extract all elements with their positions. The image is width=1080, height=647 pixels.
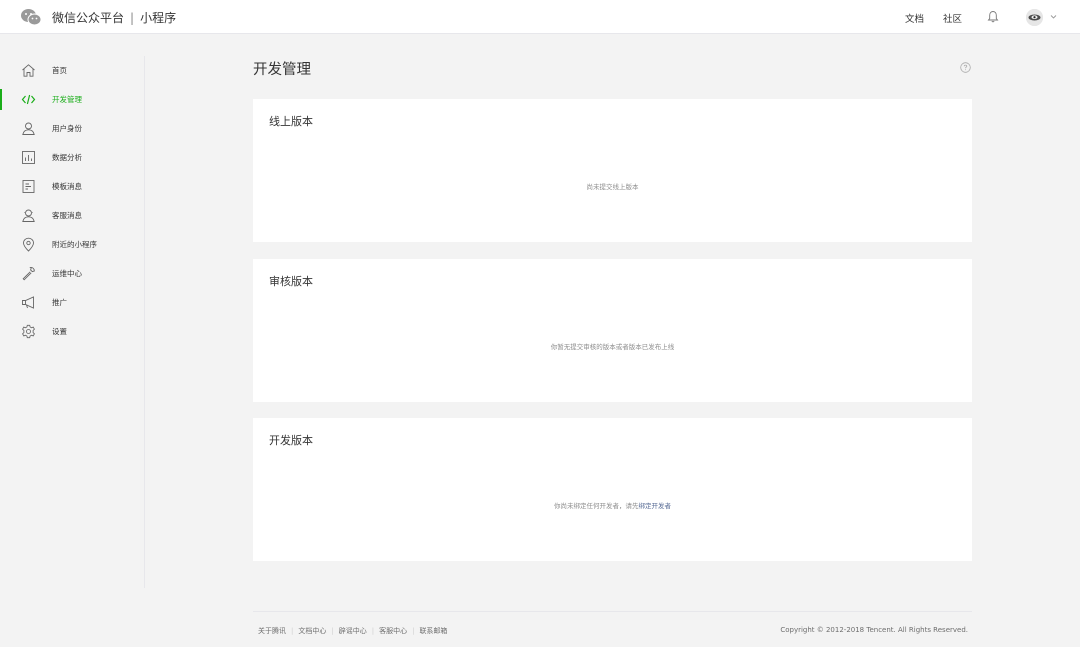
- location-pin-icon: [23, 237, 34, 252]
- sidebar-item-data-analysis[interactable]: 数据分析: [0, 143, 144, 172]
- sidebar-item-nearby-miniprogram[interactable]: 附近的小程序: [0, 230, 144, 259]
- sidebar-item-promotion[interactable]: 推广: [0, 288, 144, 317]
- empty-text: 你尚未绑定任何开发者，请先: [554, 502, 639, 510]
- brand-separator: |: [130, 11, 135, 25]
- footer-link-rumor[interactable]: 辟谣中心: [339, 627, 367, 635]
- empty-text: 尚未提交线上版本: [586, 183, 639, 191]
- sidebar-item-label: 开发管理: [52, 95, 82, 104]
- sidebar-item-label: 模板消息: [52, 182, 82, 191]
- docs-link[interactable]: 文档: [905, 11, 924, 25]
- footer-separator: |: [291, 627, 294, 635]
- brand-sub: 小程序: [140, 11, 177, 25]
- page-title: 开发管理: [253, 62, 311, 78]
- copyright-text: Copyright © 2012-2018 Tencent. All Right…: [780, 626, 968, 634]
- avatar[interactable]: [1026, 9, 1043, 26]
- bind-developer-link[interactable]: 绑定开发者: [639, 502, 672, 510]
- sidebar-item-settings[interactable]: 设置: [0, 317, 144, 346]
- chevron-down-icon[interactable]: [1049, 12, 1058, 21]
- empty-state-text: 你尚未绑定任何开发者，请先绑定开发者: [253, 500, 972, 510]
- top-bar: 微信公众平台 | 小程序 文档 社区: [0, 0, 1080, 34]
- sidebar: 首页 开发管理 用户身份 数据分析 模板消息 客服消息 附近的小程序 运维中心 …: [0, 56, 145, 588]
- footer-separator: |: [371, 627, 375, 635]
- customer-service-icon: [22, 209, 35, 222]
- card-title: 开发版本: [269, 434, 313, 447]
- sidebar-item-home[interactable]: 首页: [0, 56, 144, 85]
- sidebar-item-customer-service[interactable]: 客服消息: [0, 201, 144, 230]
- avatar-image: [1026, 9, 1043, 26]
- question-circle-icon[interactable]: [960, 62, 971, 73]
- bell-icon[interactable]: [987, 10, 999, 23]
- empty-text: 你暂无提交审核的版本或者版本已发布上线: [550, 343, 675, 351]
- document-icon: [22, 180, 35, 193]
- home-icon: [22, 64, 35, 77]
- user-icon: [22, 122, 35, 135]
- footer-link-email[interactable]: 联系邮箱: [419, 627, 447, 635]
- sidebar-item-label: 首页: [52, 66, 67, 75]
- card-title: 线上版本: [269, 115, 313, 128]
- sidebar-item-label: 附近的小程序: [52, 240, 97, 249]
- sidebar-item-label: 用户身份: [52, 124, 82, 133]
- sidebar-item-label: 数据分析: [52, 153, 82, 162]
- sidebar-item-user-identity[interactable]: 用户身份: [0, 114, 144, 143]
- footer-separator: |: [412, 627, 415, 635]
- empty-state-text: 尚未提交线上版本: [253, 181, 972, 191]
- bar-chart-icon: [22, 151, 35, 164]
- sidebar-item-label: 设置: [52, 327, 67, 336]
- footer-link-about[interactable]: 关于腾讯: [258, 627, 286, 635]
- footer-divider: [253, 611, 972, 612]
- online-version-card: 线上版本 尚未提交线上版本: [253, 99, 972, 242]
- code-icon: [21, 94, 36, 105]
- sidebar-item-label: 运维中心: [52, 269, 82, 278]
- sidebar-item-label: 客服消息: [52, 211, 82, 220]
- footer-link-docs[interactable]: 文档中心: [298, 627, 326, 635]
- gear-icon: [22, 324, 35, 339]
- sidebar-item-dev-management[interactable]: 开发管理: [0, 85, 144, 114]
- review-version-card: 审核版本 你暂无提交审核的版本或者版本已发布上线: [253, 259, 972, 402]
- wechat-logo-icon[interactable]: [20, 8, 42, 26]
- dev-version-card: 开发版本 你尚未绑定任何开发者，请先绑定开发者: [253, 418, 972, 561]
- card-title: 审核版本: [269, 275, 313, 288]
- footer-separator: |: [331, 627, 334, 635]
- wrench-icon: [22, 267, 35, 281]
- sidebar-item-ops-center[interactable]: 运维中心: [0, 259, 144, 288]
- brand-title[interactable]: 微信公众平台 | 小程序: [52, 9, 176, 26]
- footer-links: 关于腾讯 | 文档中心 | 辟谣中心 | 客服中心 | 联系邮箱: [258, 626, 447, 636]
- empty-state-text: 你暂无提交审核的版本或者版本已发布上线: [253, 341, 972, 351]
- sidebar-item-label: 推广: [52, 298, 67, 307]
- brand-main: 微信公众平台: [52, 11, 125, 25]
- footer-link-service[interactable]: 客服中心: [379, 627, 407, 635]
- community-link[interactable]: 社区: [943, 11, 962, 25]
- sidebar-item-template-message[interactable]: 模板消息: [0, 172, 144, 201]
- megaphone-icon: [22, 296, 34, 309]
